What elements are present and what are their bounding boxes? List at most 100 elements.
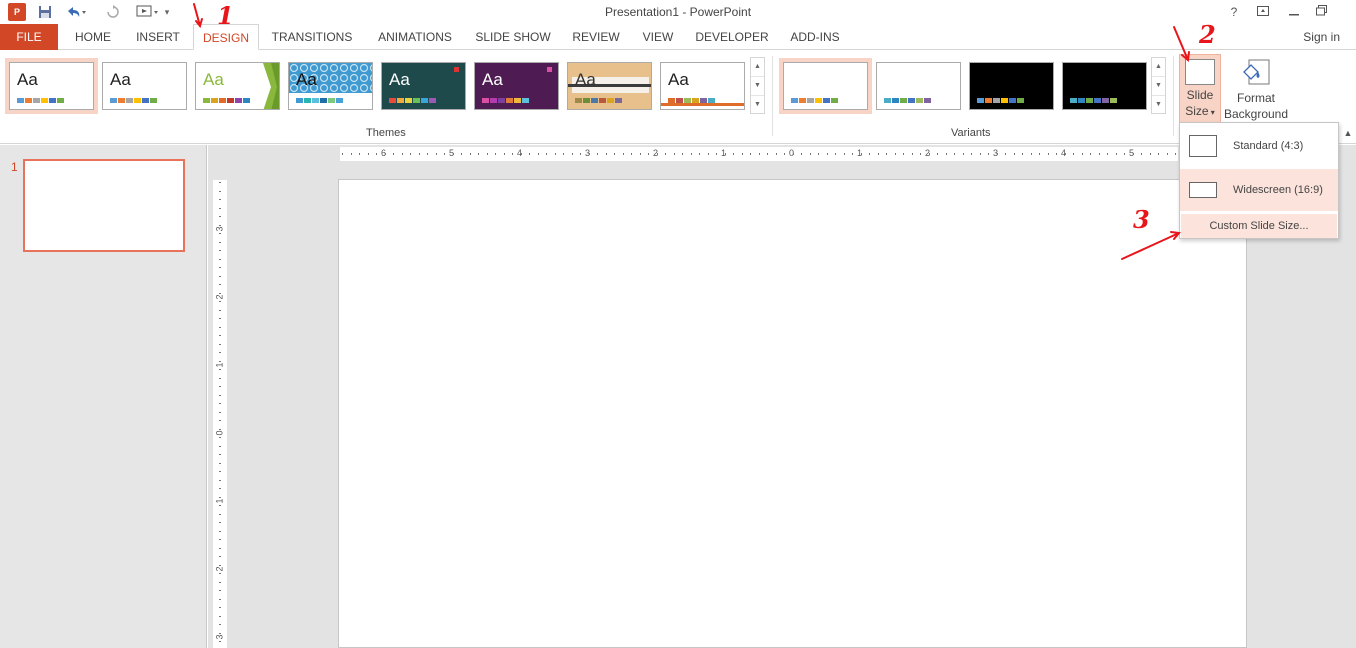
scroll-down-icon[interactable]: ▼ [1152,77,1165,96]
minimize-icon[interactable] [1284,3,1304,21]
ruler-number: 1 [214,362,225,368]
theme-thumbnail[interactable]: Aa [474,62,559,110]
scroll-up-icon[interactable]: ▲ [1152,58,1165,77]
tab-home[interactable]: HOME [64,24,122,50]
format-background-button[interactable]: Format Background [1222,54,1290,124]
variant-color-swatches [884,98,931,103]
menu-item-standard[interactable]: Standard (4:3) [1180,125,1338,167]
ruler-tick [699,153,700,155]
variant-thumbnail[interactable] [1062,62,1147,110]
collapse-ribbon-icon[interactable]: ▲ [1340,128,1356,144]
theme-thumbnail[interactable]: Aa [660,62,745,110]
ruler-tick [376,153,377,155]
slide-canvas[interactable] [338,179,1247,648]
ruler-tick [478,153,479,155]
theme-thumbnail[interactable]: Aa [102,62,187,110]
theme-thumbnail[interactable]: Aa [288,62,373,110]
ruler-tick [219,267,221,268]
ribbon-display-icon[interactable] [1253,3,1273,21]
tab-animations[interactable]: ANIMATIONS [368,24,462,50]
ruler-tick [1175,153,1176,155]
ruler-tick [1013,153,1015,155]
ruler-tick [631,153,632,155]
ruler-tick [741,153,743,155]
variant-thumbnail[interactable] [783,62,868,110]
ruler-tick [784,153,785,155]
theme-thumbnail[interactable]: Aa [567,62,652,110]
ruler-tick [219,292,221,294]
annotation-label-1: 1 [217,1,234,30]
ruler-tick [444,153,445,155]
ruler-tick [588,153,590,155]
tab-review[interactable]: REVIEW [566,24,626,50]
scroll-down-icon[interactable]: ▼ [751,77,764,96]
theme-thumbnail[interactable]: Aa [195,62,280,110]
tab-transitions[interactable]: TRANSITIONS [266,24,358,50]
ruler-tick [792,153,794,155]
ruler-tick [826,153,828,155]
tab-file[interactable]: FILE [0,24,58,50]
standard-label: Standard (4:3) [1233,140,1304,152]
gallery-more-icon[interactable]: ▼ [751,96,764,114]
sign-in-link[interactable]: Sign in [1303,30,1340,44]
ruler-number: 2 [214,566,225,572]
ruler-tick [512,153,513,155]
tab-view[interactable]: VIEW [634,24,682,50]
theme-color-swatches [296,98,343,103]
ruler-tick [219,360,221,362]
theme-preview-text: Aa [296,70,317,89]
ruler-tick [707,153,709,155]
ruler-tick [384,153,386,155]
ruler-tick [219,607,221,608]
tab-developer[interactable]: DEVELOPER [692,24,772,50]
ruler-tick [219,547,221,549]
theme-thumbnail[interactable]: Aa [381,62,466,110]
ruler-tick [219,258,221,260]
ruler-tick [219,386,221,387]
ruler-tick [219,428,221,430]
theme-preview-text: Aa [203,70,224,89]
ruler-tick [219,335,221,336]
menu-item-custom-slide-size[interactable]: Custom Slide Size... [1181,214,1337,238]
themes-gallery-scroll[interactable]: ▲ ▼ ▼ [750,57,765,114]
ruler-tick [486,153,488,155]
ruler-tick [1124,153,1125,155]
variants-gallery-scroll[interactable]: ▲ ▼ ▼ [1151,57,1166,114]
slide-number: 1 [11,160,18,174]
ruler-tick [1056,153,1057,155]
ruler-tick [1005,153,1006,155]
ruler-tick [342,153,343,155]
ruler-tick [920,153,921,155]
theme-color-swatches [17,98,64,103]
widescreen-label: Widescreen (16:9) [1233,184,1323,196]
ruler-tick [219,556,221,557]
help-icon[interactable]: ? [1224,3,1244,21]
ruler-tick [996,153,998,155]
ruler-tick [427,153,428,155]
ruler-tick [911,153,913,155]
menu-item-widescreen[interactable]: Widescreen (16:9) [1180,169,1338,211]
slide-size-button[interactable]: Slide Size ▾ [1179,54,1221,124]
variant-thumbnail[interactable] [969,62,1054,110]
restore-icon[interactable] [1311,3,1331,21]
tab-slide-show[interactable]: SLIDE SHOW [470,24,556,50]
title-bar: P ▾ Presentation1 - PowerPoint ? [0,0,1356,24]
tab-insert[interactable]: INSERT [126,24,190,50]
ruler-tick [469,153,471,155]
slide-thumbnail[interactable] [23,159,185,252]
ruler-tick [767,153,768,155]
chevron-down-icon: ▾ [1208,108,1215,117]
ruler-tick [903,153,904,155]
ruler-tick [219,530,221,532]
variant-thumbnail[interactable] [876,62,961,110]
ruler-tick [219,462,221,464]
theme-thumbnail[interactable]: Aa [9,62,94,110]
ruler-tick [979,153,981,155]
format-background-icon [1241,58,1271,88]
scroll-up-icon[interactable]: ▲ [751,58,764,77]
gallery-more-icon[interactable]: ▼ [1152,96,1165,114]
tab-add-ins[interactable]: ADD-INS [782,24,848,50]
ruler-tick [1022,153,1023,155]
theme-color-swatches [482,98,529,103]
ruler-tick [928,153,930,155]
